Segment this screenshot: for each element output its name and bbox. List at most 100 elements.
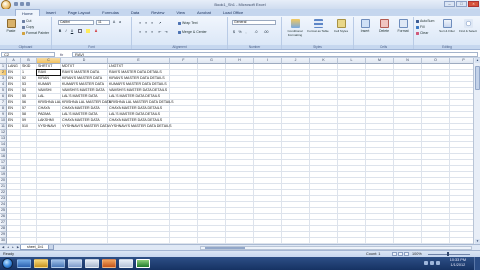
shrink-font-icon[interactable]: a [118, 20, 122, 24]
styles-group: Conditional Formatting Format as Table C… [282, 17, 354, 49]
page-layout-view-icon[interactable] [398, 252, 403, 256]
align-center-icon[interactable]: ≡ [144, 30, 148, 34]
fill-label: Fill [420, 25, 425, 29]
align-bottom-icon[interactable]: ≡ [150, 21, 154, 25]
wrap-text-button[interactable]: Wrap Text [178, 21, 198, 25]
clock[interactable]: 10:33 PM 1/1/2012 [450, 258, 466, 268]
borders-icon[interactable] [78, 29, 82, 33]
decrease-indent-icon[interactable]: ⇤ [158, 30, 162, 34]
clipboard-label: Clipboard [0, 45, 51, 49]
format-table-icon [313, 19, 323, 28]
bold-button[interactable]: B [58, 29, 62, 33]
percent-icon[interactable]: % [238, 30, 242, 34]
font-size-select[interactable]: 11 [96, 20, 110, 25]
format-as-table-button[interactable]: Format as Table [307, 19, 329, 33]
excel-icon[interactable] [136, 259, 150, 268]
number-group: General $ % , .0 .00 Number [228, 17, 282, 49]
find-select-button[interactable]: Find & Select [458, 19, 478, 33]
fx-icon[interactable]: fx [60, 52, 63, 57]
copy-icon [22, 25, 25, 29]
autosum-button[interactable]: AutoSum [416, 19, 434, 23]
powerpoint-icon[interactable] [102, 259, 116, 268]
alignment-label: Alignment [132, 45, 227, 49]
fill-color-icon[interactable] [86, 29, 90, 33]
ie-icon[interactable] [17, 259, 31, 268]
folder-icon[interactable] [34, 259, 48, 268]
font-color-icon[interactable]: A [94, 29, 98, 33]
sap-icon[interactable] [68, 259, 82, 268]
font-name-select[interactable]: Calibri [58, 20, 94, 25]
tab-page-layout[interactable]: Page Layout [62, 9, 96, 16]
find-select-icon [463, 19, 473, 28]
copy-button[interactable]: Copy [22, 25, 34, 29]
paste-label: Paste [6, 29, 16, 33]
font-group: Calibri 11 A a B I U A Font [52, 17, 132, 49]
window-title: Book1_Sh1 - Microsoft Excel [214, 2, 266, 7]
tab-view[interactable]: View [170, 9, 191, 16]
paste-button[interactable]: Paste [1, 19, 21, 33]
align-right-icon[interactable]: ≡ [150, 30, 154, 34]
tab-formulas[interactable]: Formulas [96, 9, 125, 16]
minimize-button[interactable]: – [444, 1, 455, 7]
close-button[interactable]: × [468, 1, 479, 7]
tab-home[interactable]: Home [15, 9, 40, 16]
merge-center-button[interactable]: Merge & Center [178, 30, 207, 34]
sort-filter-button[interactable]: Sort & Filter [438, 19, 456, 33]
format-cells-button[interactable]: Format [393, 19, 413, 33]
zoom-slider[interactable] [428, 254, 470, 255]
zoom-slider-knob[interactable] [447, 252, 449, 256]
align-middle-icon[interactable]: ≡ [144, 21, 148, 25]
page-break-view-icon[interactable] [404, 252, 409, 256]
vertical-scrollbar[interactable]: ▲ ▼ [473, 58, 480, 244]
taskbar-apps [17, 259, 150, 268]
media-icon[interactable] [51, 259, 65, 268]
insert-cells-button[interactable]: Insert [355, 19, 375, 33]
start-button[interactable] [2, 258, 13, 269]
clear-button[interactable]: Clear [416, 31, 428, 35]
network-icon[interactable] [424, 261, 428, 265]
delete-cells-button[interactable]: Delete [374, 19, 394, 33]
underline-button[interactable]: U [70, 29, 74, 33]
clipboard-group: Paste Cut Copy Format Painter Clipboard [0, 17, 52, 49]
cut-button[interactable]: Cut [22, 19, 31, 23]
ribbon: Paste Cut Copy Format Painter Clipboard … [0, 16, 480, 50]
name-box[interactable]: C2 [1, 52, 55, 57]
sort-filter-icon [442, 19, 452, 28]
normal-view-icon[interactable] [392, 252, 397, 256]
italic-button[interactable]: I [64, 29, 68, 33]
formula-input[interactable]: RAVI [72, 52, 478, 57]
maximize-button[interactable]: □ [456, 1, 467, 7]
decrease-decimal-icon[interactable]: .00 [262, 30, 270, 34]
show-desktop-button[interactable] [474, 257, 480, 270]
tab-load-office[interactable]: Load Office [217, 9, 249, 16]
window-icon[interactable] [119, 259, 133, 268]
tab-insert[interactable]: Insert [40, 9, 62, 16]
format-painter-button[interactable]: Format Painter [22, 31, 49, 35]
align-left-icon[interactable]: ≡ [138, 30, 142, 34]
increase-decimal-icon[interactable]: .0 [252, 30, 260, 34]
number-format-select[interactable]: General [232, 20, 276, 25]
document-icon[interactable] [85, 259, 99, 268]
worksheet-grid[interactable]: A B C D E F G H I J K L M N O P 1 LANG SKID SHRTXT MDTXT LNGT… [0, 58, 473, 244]
alignment-group: ≡ ≡ ≡ ↗ ≡ ≡ ≡ ⇤ ⇥ Wrap Text Merge & Cent… [132, 17, 228, 49]
orientation-icon[interactable]: ↗ [158, 21, 162, 25]
conditional-formatting-button[interactable]: Conditional Formatting [284, 19, 306, 37]
tab-acrobat[interactable]: Acrobat [191, 9, 217, 16]
scroll-up-icon[interactable]: ▲ [475, 58, 480, 63]
fill-button[interactable]: Fill [416, 25, 424, 29]
align-top-icon[interactable]: ≡ [138, 21, 142, 25]
grow-font-icon[interactable]: A [112, 20, 116, 24]
horizontal-scroll-thumb[interactable] [205, 247, 245, 249]
comma-icon[interactable]: , [244, 30, 248, 34]
flag-icon[interactable] [436, 261, 440, 265]
tab-data[interactable]: Data [125, 9, 145, 16]
currency-icon[interactable]: $ [232, 30, 236, 34]
vertical-scroll-thumb[interactable] [475, 66, 480, 90]
clock-date: 1/1/2012 [450, 263, 466, 267]
increase-indent-icon[interactable]: ⇥ [164, 30, 168, 34]
tab-review[interactable]: Review [145, 9, 170, 16]
delete-cells-label: Delete [378, 29, 390, 33]
volume-icon[interactable] [430, 261, 434, 265]
format-cells-label: Format [397, 29, 409, 33]
cell-styles-button[interactable]: Cell Styles [330, 19, 352, 33]
